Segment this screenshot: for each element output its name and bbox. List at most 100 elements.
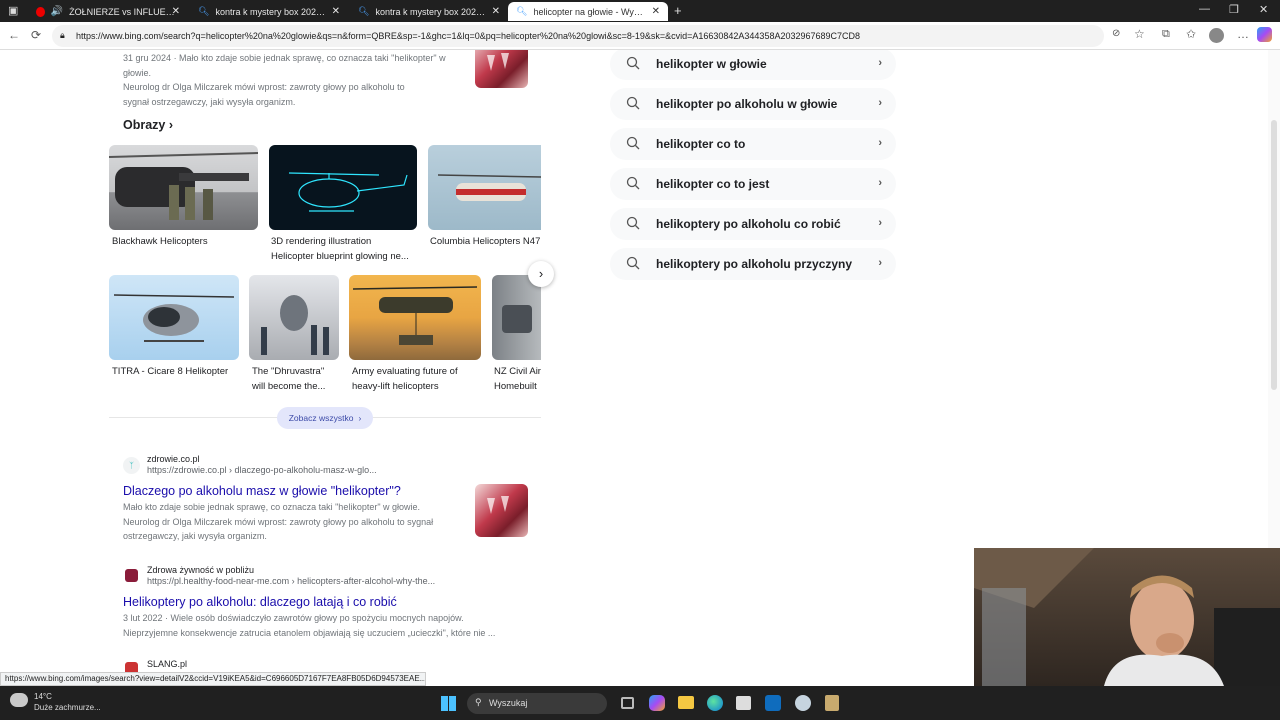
- close-window-icon[interactable]: ✕: [1259, 3, 1268, 16]
- taskbar-search[interactable]: ⚲ Wyszukaj: [467, 693, 607, 714]
- image-cicare[interactable]: [109, 275, 239, 360]
- tab-search-active[interactable]: 🔍︎ helicopter na głowie - Wyszukaj ✕: [508, 2, 668, 21]
- file-explorer-icon[interactable]: [678, 696, 694, 709]
- tab-youtube[interactable]: 🔊 ŻOŁNIERZE vs INFLUENCERZ ✕: [28, 2, 188, 21]
- outlook-icon[interactable]: [765, 695, 781, 711]
- window-menu-icon[interactable]: ▣: [8, 4, 18, 17]
- see-all-label: Zobacz wszystko: [288, 413, 354, 423]
- copilot-icon[interactable]: [1257, 27, 1272, 42]
- search-icon: [626, 256, 640, 273]
- images-heading[interactable]: Obrazy ›: [123, 118, 173, 132]
- avatar[interactable]: [1209, 28, 1224, 43]
- extensions-icon[interactable]: ⧉: [1162, 28, 1170, 41]
- tab-title: kontra k mystery box 2025 - Wysz: [375, 6, 487, 17]
- youtube-icon: [36, 6, 45, 17]
- tab-title: helicopter na głowie - Wyszukaj: [533, 6, 645, 17]
- search-placeholder: Wyszukaj: [489, 698, 528, 708]
- webcam-overlay: [974, 548, 1280, 686]
- close-icon[interactable]: ✕: [332, 6, 340, 17]
- reader-icon[interactable]: ⊘: [1112, 28, 1120, 39]
- steam-icon[interactable]: [795, 695, 811, 711]
- result-thumbnail[interactable]: [475, 50, 528, 88]
- related-search-item[interactable]: helikopter co to ›: [610, 128, 896, 160]
- result-source: Zdrowa żywność w pobliżu: [147, 565, 255, 575]
- close-icon[interactable]: ✕: [652, 6, 660, 17]
- tab-search-1[interactable]: 🔍︎ kontra k mystery box 2025 - Wysz ✕: [190, 2, 348, 21]
- refresh-icon[interactable]: ⟳: [31, 28, 41, 42]
- favorites-bar-icon[interactable]: ✩: [1186, 27, 1196, 41]
- scrollbar-thumb[interactable]: [1271, 120, 1277, 390]
- task-view-icon[interactable]: [621, 697, 634, 709]
- result-thumbnail[interactable]: [475, 484, 528, 537]
- copilot-icon[interactable]: [649, 695, 665, 711]
- image-chinook[interactable]: [349, 275, 481, 360]
- helicopter-icon: [437, 174, 541, 201]
- tab-bar: ▣ 🔊 ŻOŁNIERZE vs INFLUENCERZ ✕ 🔍︎ kontra…: [0, 0, 1280, 22]
- image-blueprint[interactable]: [269, 145, 417, 230]
- store-icon[interactable]: [736, 696, 751, 710]
- image-caption: The "Dhruvastra" will become the...: [252, 366, 326, 392]
- close-icon[interactable]: ✕: [172, 6, 180, 17]
- helicopter-icon: [288, 172, 408, 212]
- favorite-icon[interactable]: ☆: [1134, 27, 1145, 41]
- suggestion-label: helikoptery po alkoholu co robić: [656, 217, 841, 231]
- carousel-next-button[interactable]: ›: [528, 261, 554, 287]
- suggestion-label: helikoptery po alkoholu przyczyny: [656, 257, 853, 271]
- wine-glasses-icon: [487, 53, 509, 71]
- related-search-item[interactable]: helikoptery po alkoholu przyczyny ›: [610, 248, 896, 280]
- maximize-icon[interactable]: ❐: [1229, 3, 1239, 16]
- edge-icon[interactable]: [707, 695, 723, 711]
- image-dhruvastra[interactable]: [249, 275, 339, 360]
- image-nz-civil[interactable]: [492, 275, 541, 360]
- suggestion-label: helikopter co to: [656, 137, 746, 151]
- search-icon: ⚲: [475, 697, 482, 707]
- back-icon[interactable]: ←: [8, 28, 20, 42]
- related-search-item[interactable]: helikopter co to jest ›: [610, 168, 896, 200]
- result-url[interactable]: https://pl.healthy-food-near-me.com › he…: [147, 576, 435, 586]
- speaker-icon[interactable]: 🔊: [51, 6, 63, 17]
- weather-icon: [10, 693, 28, 707]
- related-search-item[interactable]: helikopter w głowie ›: [610, 50, 896, 80]
- new-tab-icon[interactable]: +: [674, 3, 682, 18]
- image-columbia[interactable]: [428, 145, 541, 230]
- result-snippet: Mało kto zdaje sobie jednak sprawę, co o…: [123, 502, 434, 541]
- search-icon: 🔍︎: [516, 6, 528, 16]
- chevron-right-icon: ›: [878, 217, 882, 229]
- snippet-line: Neurolog dr Olga Milczarek mówi wprost: …: [123, 82, 405, 92]
- chevron-right-icon: ›: [538, 266, 544, 281]
- url-field[interactable]: 🔒︎ https://www.bing.com/search?q=helicop…: [52, 25, 1104, 47]
- search-icon: [626, 216, 640, 233]
- chevron-right-icon: ›: [168, 118, 174, 132]
- result-title-link[interactable]: Dlaczego po alkoholu masz w głowie "heli…: [123, 484, 401, 498]
- result-title-link[interactable]: Helikoptery po alkoholu: dlaczego latają…: [123, 595, 397, 609]
- link-status-url: https://www.bing.com/images/search?view=…: [0, 672, 426, 686]
- image-blackhawk[interactable]: [109, 145, 258, 230]
- image-caption: Columbia Helicopters N47: [430, 236, 541, 247]
- search-icon: [626, 96, 640, 113]
- top-result-snippet: 31 gru 2024 · Mało kto zdaje sobie jedna…: [123, 51, 463, 109]
- start-icon[interactable]: [441, 696, 456, 711]
- search-icon: [626, 176, 640, 193]
- taskbar: 14°C Duże zachmurze... ⚲ Wyszukaj: [0, 686, 1280, 720]
- helicopter-icon: [352, 286, 478, 345]
- image-caption: 3D rendering illustration Helicopter blue…: [271, 236, 409, 262]
- chevron-right-icon: ›: [878, 57, 882, 69]
- see-all-button[interactable]: Zobacz wszystko ›: [277, 407, 373, 429]
- more-icon[interactable]: …: [1237, 27, 1249, 41]
- helicopter-icon: [502, 305, 532, 333]
- chevron-right-icon: ›: [878, 257, 882, 269]
- tab-title: kontra k mystery box 2025 - Wysz: [215, 6, 327, 17]
- related-search-item[interactable]: helikopter po alkoholu w głowie ›: [610, 88, 896, 120]
- minimize-icon[interactable]: —: [1199, 3, 1210, 15]
- suggestion-label: helikopter co to jest: [656, 177, 770, 191]
- close-icon[interactable]: ✕: [492, 6, 500, 17]
- url-text: https://www.bing.com/search?q=helicopter…: [76, 31, 861, 41]
- related-search-item[interactable]: helikoptery po alkoholu co robić ›: [610, 208, 896, 240]
- tab-search-2[interactable]: 🔍︎ kontra k mystery box 2025 - Wysz ✕: [350, 2, 508, 21]
- chevron-right-icon: ›: [878, 137, 882, 149]
- league-icon[interactable]: [825, 695, 839, 711]
- chevron-right-icon: ›: [878, 97, 882, 109]
- wine-glasses-icon: [487, 496, 509, 514]
- image-caption: NZ Civil Air Homebuilt: [494, 366, 541, 392]
- result-url[interactable]: https://zdrowie.co.pl › dlaczego-po-alko…: [147, 465, 377, 475]
